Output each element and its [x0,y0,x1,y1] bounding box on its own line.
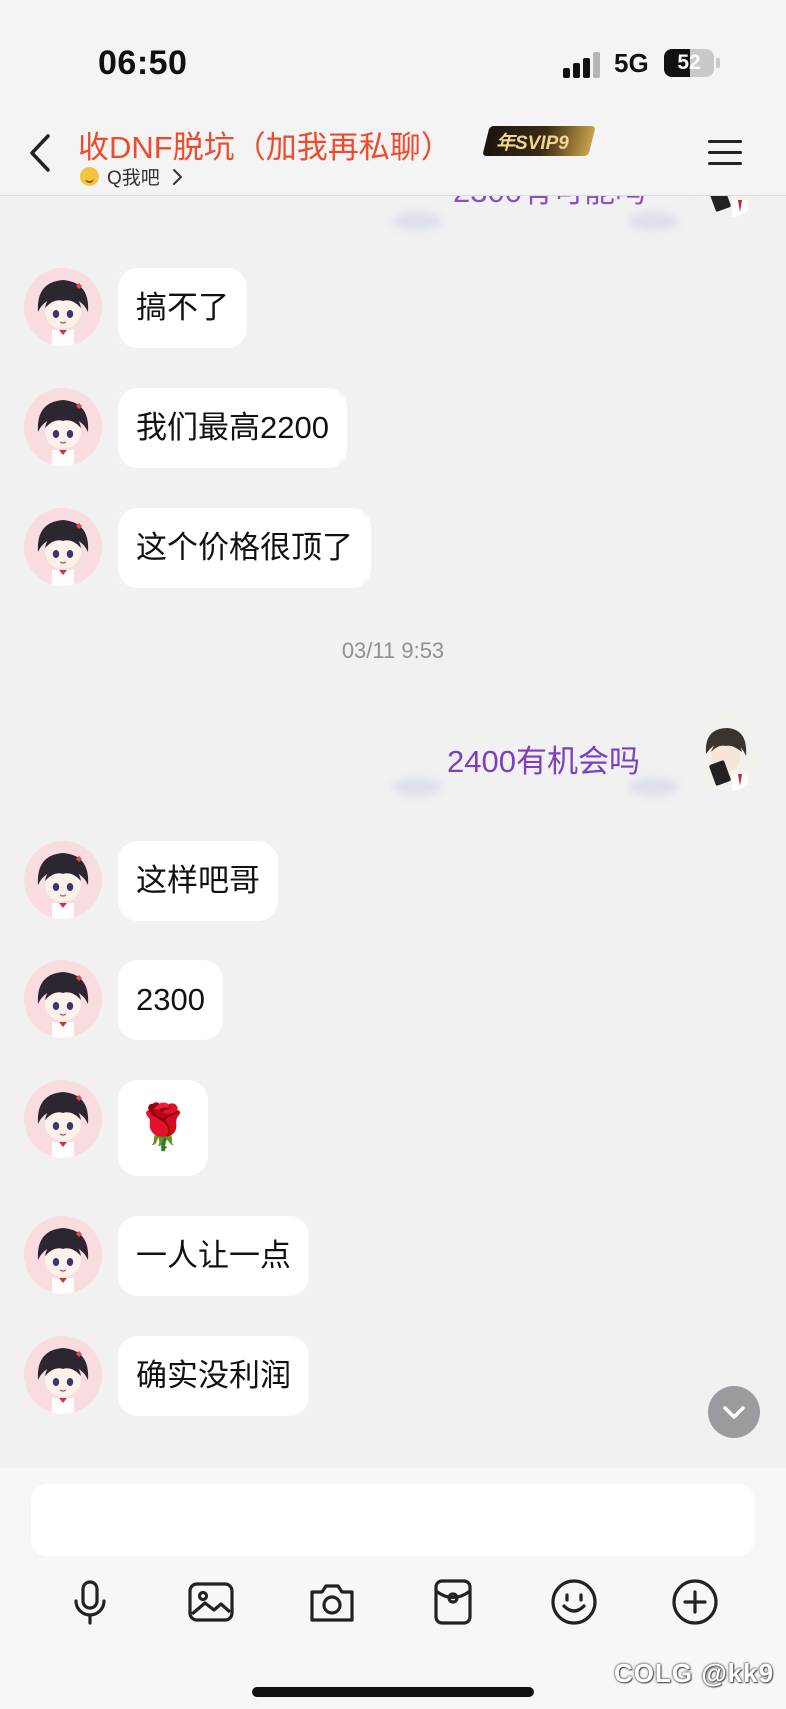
chevron-left-icon [30,134,50,172]
message-bubble[interactable]: 确实没利润 [118,1336,309,1416]
emoji-button[interactable] [546,1574,602,1630]
watermark: COLG @kk9 [614,1658,775,1688]
microphone-icon [74,1580,106,1625]
status-subtitle[interactable]: Q我吧 [80,163,184,190]
image-button[interactable] [183,1574,239,1630]
contact-avatar-image [24,841,102,919]
contact-avatar[interactable] [24,268,102,346]
svip-badge[interactable]: 年SVIP9 [482,126,596,156]
rose-emoji-bubble[interactable]: 🌹 [118,1080,208,1176]
contact-avatar[interactable] [24,960,102,1038]
status-time: 06:50 [98,44,188,82]
bubble-decoration [392,778,442,796]
back-button[interactable] [22,130,62,176]
my-avatar-image [686,714,764,792]
chevron-right-icon [172,168,182,185]
emoji-icon [551,1579,597,1625]
battery-icon: 52 [664,49,714,77]
contact-avatar-image [24,960,102,1038]
partial-message: 2300有可能吗 [453,196,646,211]
plus-icon [672,1579,718,1625]
my-message[interactable]: 2400有机会吗 [447,736,640,781]
camera-button[interactable] [304,1574,360,1630]
chat-header: 收DNF脱坑（加我再私聊） 年SVIP9 Q我吧 [0,110,786,196]
bubble-decoration [628,778,678,796]
contact-avatar-image [24,268,102,346]
network-type: 5G [614,48,649,78]
message-bubble[interactable]: 我们最高2200 [118,388,347,468]
status-subtitle-label: Q我吧 [107,168,160,189]
message-bubble[interactable]: 2300 [118,960,223,1040]
contact-avatar-image [24,508,102,586]
message-bubble[interactable]: 搞不了 [118,268,247,348]
camera-icon [310,1584,354,1622]
my-avatar[interactable] [686,196,764,218]
red-packet-icon [434,1579,472,1625]
bubble-decoration [392,212,442,230]
chevron-down-icon [723,1406,745,1419]
contact-avatar[interactable] [24,1080,102,1158]
message-bubble[interactable]: 这个价格很顶了 [118,508,371,588]
scroll-to-bottom-button[interactable] [708,1386,760,1438]
contact-avatar-image [24,388,102,466]
image-icon [188,1582,234,1622]
contact-avatar[interactable] [24,388,102,466]
input-panel: COLG @kk9 [0,1468,786,1709]
contact-avatar[interactable] [24,1336,102,1414]
contact-avatar[interactable] [24,1216,102,1294]
my-avatar[interactable] [686,714,764,792]
smile-icon [80,167,99,186]
microphone-button[interactable] [62,1574,118,1630]
battery-level: 52 [677,51,701,74]
battery-tip [716,58,720,68]
contact-avatar[interactable] [24,841,102,919]
contact-avatar-image [24,1080,102,1158]
status-bar: 06:50 5G 52 [0,0,786,110]
red-packet-button[interactable] [425,1574,481,1630]
bubble-decoration [628,212,678,230]
contact-avatar[interactable] [24,508,102,586]
my-avatar-image [689,196,761,218]
message-timestamp: 03/11 9:53 [341,638,445,663]
menu-button[interactable] [704,136,746,170]
svip-badge-label: 年SVIP9 [496,133,569,154]
contact-avatar-image [24,1216,102,1294]
message-list[interactable]: 2300有可能吗 搞不了 我们最高2200 这个价格很顶了 03/11 9:53… [0,196,786,1468]
more-button[interactable] [667,1574,723,1630]
home-indicator[interactable] [252,1687,534,1697]
message-bubble[interactable]: 一人让一点 [118,1216,309,1296]
signal-icon [563,52,603,78]
contact-avatar-image [24,1336,102,1414]
chat-title[interactable]: 收DNF脱坑（加我再私聊） [78,122,452,167]
message-input[interactable] [31,1484,754,1556]
message-bubble[interactable]: 这样吧哥 [118,841,278,921]
